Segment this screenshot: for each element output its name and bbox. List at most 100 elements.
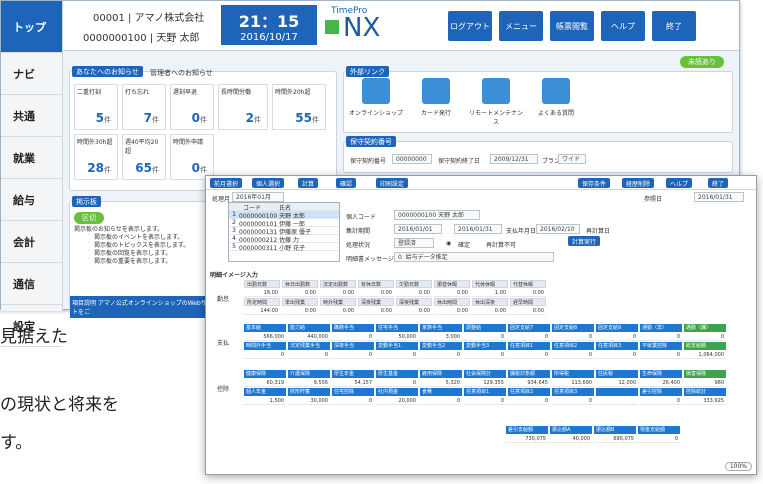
sidebar-item-accounting[interactable]: 会計 — [1, 221, 62, 263]
field-value[interactable]: 54,157 — [332, 379, 374, 387]
field-value[interactable]: 0 — [552, 397, 594, 405]
board-line[interactable]: 掲示板のトピックスを表示します。 — [74, 242, 189, 250]
field-value[interactable]: 0.00 — [358, 289, 394, 297]
notice-cell[interactable]: 長時間労働 2件 — [218, 84, 268, 130]
field-value[interactable]: 0 — [552, 351, 594, 359]
field-value[interactable]: 0 — [508, 397, 550, 405]
table-row[interactable]: 4 0000000212 佐藤 力 — [229, 235, 339, 244]
field-value[interactable]: 0 — [332, 333, 374, 341]
table-row[interactable]: 3 0000000131 伊藤原 優子 — [229, 227, 339, 236]
field-value[interactable]: 0 — [640, 333, 682, 341]
field-value[interactable]: 0 — [376, 379, 418, 387]
sidebar-item-top[interactable]: トップ — [1, 1, 62, 53]
field-value[interactable]: 50,000 — [376, 333, 418, 341]
toolbar-btn-prev-month[interactable]: 前月選択 — [210, 178, 243, 188]
field-value[interactable]: 26,400 — [640, 379, 682, 387]
sidebar-item-communication[interactable]: 通信 — [1, 263, 62, 305]
lock-icon[interactable]: ◉ — [446, 240, 451, 247]
link-card-issue[interactable]: カード発行 — [408, 78, 464, 117]
toolbar-btn-help[interactable]: ヘルプ — [666, 178, 693, 188]
toolbar-btn-calc[interactable]: 計算 — [298, 178, 319, 188]
sidebar-item-payroll[interactable]: 給与 — [1, 179, 62, 221]
field-value[interactable]: 129,355 — [464, 379, 506, 387]
period-from[interactable]: 2016/01/01 — [394, 224, 442, 234]
period-select[interactable]: 2016年01月 — [232, 192, 284, 202]
notice-cell[interactable]: 週40平均20超 65件 — [122, 134, 166, 180]
field-value[interactable]: 0 — [596, 351, 638, 359]
field-value[interactable]: 113,690 — [552, 379, 594, 387]
field-value[interactable]: 0 — [552, 333, 594, 341]
field-value[interactable]: 440,000 — [288, 333, 330, 341]
sidebar-item-common[interactable]: 共通 — [1, 95, 62, 137]
link-remote[interactable]: リモートメンテナンス — [468, 78, 524, 126]
sidebar-item-navi[interactable]: ナビ — [1, 53, 62, 95]
zoom-level[interactable]: 100% — [724, 462, 752, 471]
notice-cell[interactable]: 時間外20h超 55件 — [272, 84, 326, 130]
sidebar-item-work[interactable]: 就業 — [1, 137, 62, 179]
notice-cell[interactable]: 二重打刻 5件 — [74, 84, 118, 130]
menu-button[interactable]: メニュー — [499, 11, 543, 41]
board-line[interactable]: 掲示板のお知らせを表示します。 — [74, 226, 189, 234]
field-value[interactable]: 3,000 — [420, 333, 462, 341]
field-value[interactable]: 934,645 — [508, 379, 550, 387]
field-value[interactable]: 1.00 — [472, 289, 508, 297]
board-line[interactable]: 掲示板のイベントを表示します。 — [74, 234, 189, 242]
toolbar-btn-print[interactable]: 印刷設定 — [376, 178, 409, 188]
field-value[interactable]: 0:00 — [282, 307, 318, 315]
field-value[interactable]: 0 — [332, 351, 374, 359]
field-value[interactable] — [596, 397, 638, 405]
field-value[interactable]: 0.00 — [434, 289, 470, 297]
field-value[interactable]: 566,000 — [244, 333, 286, 341]
field-value[interactable]: 0:00 — [472, 307, 508, 315]
code-input[interactable]: 0000000100 天野 太郎 — [394, 210, 480, 220]
board-line[interactable]: 掲示板の回覧を表示します。 — [74, 250, 189, 258]
toolbar-btn-person[interactable]: 個人選択 — [252, 178, 285, 188]
field-value[interactable]: 0:00 — [320, 307, 356, 315]
field-value[interactable]: 0 — [420, 397, 462, 405]
field-value[interactable]: 30,000 — [288, 397, 330, 405]
unread-badge[interactable]: 未読あり — [680, 56, 724, 68]
toolbar-btn-confirm[interactable]: 確認 — [336, 178, 357, 188]
field-value[interactable]: 0 — [464, 351, 506, 359]
table-row[interactable]: 2 0000000101 伊藤 一郎 — [229, 219, 339, 228]
field-value[interactable]: 0 — [640, 397, 682, 405]
field-value[interactable]: 12,000 — [596, 379, 638, 387]
field-value[interactable]: 144:00 — [244, 307, 280, 315]
field-value[interactable]: 0 — [508, 351, 550, 359]
field-value[interactable]: 980 — [684, 379, 726, 387]
field-value[interactable]: 0 — [464, 397, 506, 405]
tab-user-notice[interactable]: あなたへのお知らせ — [72, 66, 143, 77]
field-value[interactable]: 0.00 — [510, 289, 546, 297]
field-value[interactable]: 0 — [376, 351, 418, 359]
field-value[interactable]: 1,500 — [244, 397, 286, 405]
field-value[interactable]: 0 — [596, 333, 638, 341]
toolbar-btn-save-cond[interactable]: 保存条件 — [578, 178, 611, 188]
help-button[interactable]: ヘルプ — [601, 11, 645, 41]
field-value[interactable]: 0 — [288, 351, 330, 359]
field-value[interactable]: 0:00 — [510, 307, 546, 315]
field-value[interactable]: 1,064,000 — [684, 351, 726, 359]
logout-button[interactable]: ログアウト — [448, 11, 492, 41]
calc-run-button[interactable]: 計算実行 — [568, 236, 601, 246]
field-value[interactable]: 18.00 — [244, 289, 280, 297]
report-button[interactable]: 帳票閲覧 — [550, 11, 594, 41]
field-value[interactable]: 9,556 — [288, 379, 330, 387]
board-line[interactable]: 掲示板の重要を表示します。 — [74, 258, 189, 266]
link-online-shop[interactable]: オンラインショップ — [348, 78, 404, 117]
field-value[interactable]: 0:00 — [434, 307, 470, 315]
pay-date-input[interactable]: 2016/02/10 — [536, 224, 580, 234]
notice-cell[interactable]: 時間外30h超 28件 — [74, 134, 118, 180]
notice-cell[interactable]: 打ち忘れ 7件 — [122, 84, 166, 130]
field-value[interactable]: 333,925 — [684, 397, 726, 405]
table-row[interactable]: 5 0000000311 小野 花子 — [229, 243, 339, 252]
toolbar-btn-history[interactable]: 経歴削除 — [622, 178, 655, 188]
field-value[interactable]: 0.00 — [396, 289, 432, 297]
toolbar-btn-exit[interactable]: 終了 — [708, 178, 729, 188]
ref-date-input[interactable]: 2016/01/31 — [694, 192, 744, 202]
field-value[interactable]: 0.00 — [282, 289, 318, 297]
msg-select[interactable]: 0. 給与データ推定 — [394, 252, 554, 262]
tab-admin-notice[interactable]: 管理者へのお知らせ — [150, 68, 213, 78]
field-value[interactable]: 0.00 — [320, 289, 356, 297]
exit-button[interactable]: 終了 — [652, 11, 696, 41]
notice-cell[interactable]: 時間外申請 0件 — [170, 134, 214, 180]
